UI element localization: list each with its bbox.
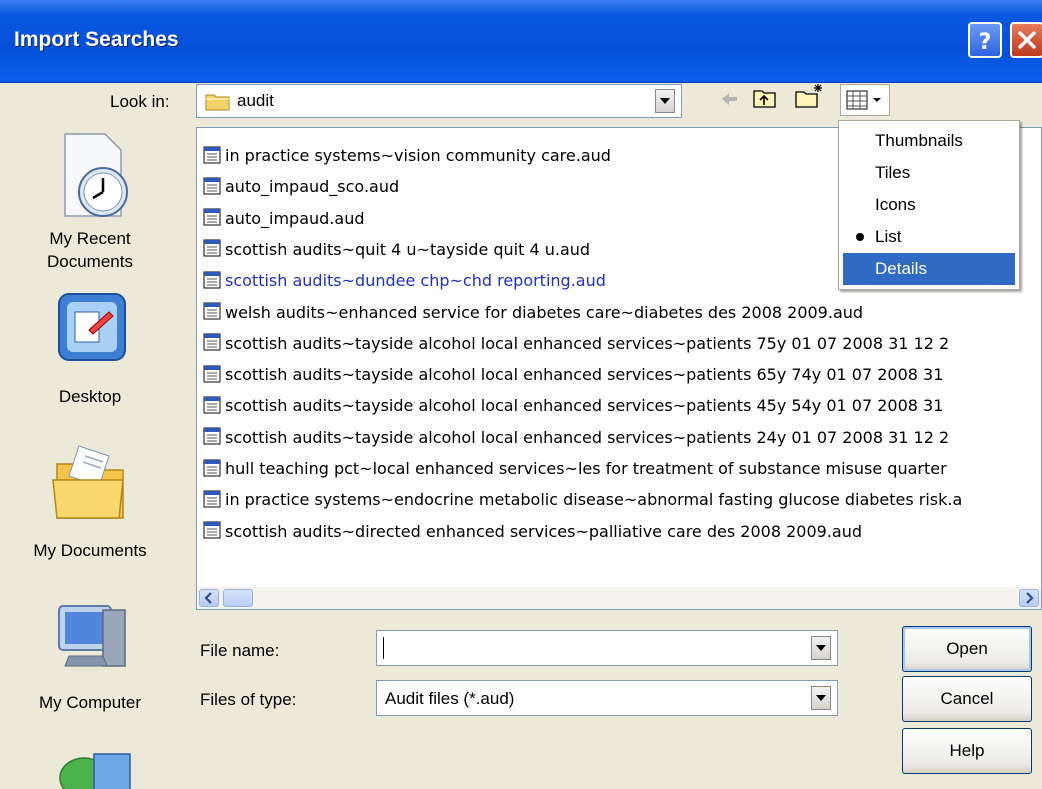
look-in-label: Look in: xyxy=(110,92,170,111)
selected-bullet-icon xyxy=(856,233,864,241)
menu-item-details[interactable]: Details xyxy=(843,253,1015,285)
file-type-combo[interactable]: Audit files (*.aud) xyxy=(376,680,838,716)
file-name-text: scottish audits~tayside alcohol local en… xyxy=(225,427,950,447)
new-folder-icon[interactable] xyxy=(794,82,824,110)
menu-item-list[interactable]: List xyxy=(843,221,1015,253)
audit-file-icon xyxy=(203,302,221,320)
open-button[interactable]: Open xyxy=(902,626,1032,672)
file-name-dropdown-button[interactable] xyxy=(811,636,831,660)
look-in-dropdown-button[interactable] xyxy=(655,89,675,113)
audit-file-icon xyxy=(203,239,221,257)
my-network-places-icon[interactable] xyxy=(54,748,134,789)
places-label: My Computer xyxy=(38,693,142,712)
file-name-text: scottish audits~quit 4 u~tayside quit 4 … xyxy=(225,239,591,259)
file-name-text: welsh audits~enhanced service for diabet… xyxy=(225,302,864,322)
audit-file-icon xyxy=(203,177,221,195)
file-name-label: File name: xyxy=(200,641,280,660)
file-name-text: scottish audits~directed enhanced servic… xyxy=(225,521,862,541)
menu-item-icons[interactable]: Icons xyxy=(843,189,1015,221)
places-desktop[interactable]: Desktop xyxy=(20,290,160,407)
my-documents-icon xyxy=(52,445,124,519)
file-name-text: scottish audits~dundee chp~chd reporting… xyxy=(225,271,606,291)
places-label: My Documents xyxy=(33,541,147,560)
file-list-item[interactable]: scottish audits~tayside alcohol local en… xyxy=(203,392,943,420)
places-my-documents[interactable]: My Documents xyxy=(20,440,160,561)
svg-text:?: ? xyxy=(979,30,992,55)
file-list-item[interactable]: in practice systems~vision community car… xyxy=(203,142,611,170)
help-button[interactable]: Help xyxy=(902,728,1032,774)
close-button[interactable] xyxy=(1010,22,1042,58)
audit-file-icon xyxy=(203,364,221,383)
file-name-text: auto_impaud.aud xyxy=(225,208,365,228)
file-name-text: scottish audits~tayside alcohol local en… xyxy=(225,396,944,416)
file-list-item[interactable]: scottish audits~dundee chp~chd reporting… xyxy=(203,267,606,295)
audit-file-icon xyxy=(203,333,221,351)
file-list-item[interactable]: scottish audits~quit 4 u~tayside quit 4 … xyxy=(203,236,590,264)
audit-file-icon xyxy=(203,458,221,477)
my-computer-icon xyxy=(58,605,126,667)
file-name-text: in practice systems~endocrine metabolic … xyxy=(225,490,963,510)
file-name-combo[interactable] xyxy=(376,630,838,666)
audit-file-icon xyxy=(203,208,221,226)
file-list-item[interactable]: scottish audits~tayside alcohol local en… xyxy=(203,424,949,452)
file-list-item[interactable]: auto_impaud_sco.aud xyxy=(203,173,399,201)
file-name-text: hull teaching pct~local enhanced service… xyxy=(225,459,947,478)
up-folder-icon[interactable] xyxy=(752,86,778,110)
audit-file-icon xyxy=(203,521,221,539)
file-name-text: scottish audits~tayside alcohol local en… xyxy=(225,365,944,385)
menu-item-thumbnails[interactable]: Thumbnails xyxy=(843,125,1015,157)
look-in-combo[interactable]: audit xyxy=(196,84,682,118)
menu-item-tiles[interactable]: Tiles xyxy=(843,157,1015,189)
file-list-item[interactable]: auto_impaud.aud xyxy=(203,205,364,233)
desktop-icon xyxy=(58,293,126,361)
view-dropdown-menu: Thumbnails Tiles Icons List Details xyxy=(838,120,1020,290)
places-my-computer[interactable]: My Computer xyxy=(20,600,160,713)
chevron-right-icon xyxy=(1026,592,1034,604)
places-label: Desktop xyxy=(58,387,122,406)
view-menu-button[interactable] xyxy=(840,84,890,116)
back-icon[interactable] xyxy=(718,88,740,110)
file-list-item[interactable]: scottish audits~tayside alcohol local en… xyxy=(203,361,943,389)
view-grid-icon xyxy=(846,90,881,110)
file-type-value: Audit files (*.aud) xyxy=(385,689,515,708)
question-icon: ? xyxy=(979,30,992,55)
places-recent-documents[interactable]: My Recent Documents xyxy=(20,130,160,273)
audit-file-icon xyxy=(203,396,221,414)
file-name-text: scottish audits~tayside alcohol local en… xyxy=(225,333,950,353)
scroll-thumb[interactable] xyxy=(223,589,253,607)
audit-file-icon xyxy=(203,427,221,445)
audit-file-icon xyxy=(203,490,221,508)
text-cursor xyxy=(383,637,384,659)
file-type-label: Files of type: xyxy=(200,690,297,709)
chevron-left-icon xyxy=(204,592,212,604)
places-label: My Recent Documents xyxy=(47,229,133,271)
file-name-text: in practice systems~vision community car… xyxy=(225,146,611,165)
folder-icon xyxy=(205,94,230,111)
file-type-dropdown-button[interactable] xyxy=(811,686,831,710)
title-bar: Import Searches ? xyxy=(0,0,1042,83)
audit-file-icon xyxy=(203,145,221,164)
file-list-item[interactable]: in practice systems~endocrine metabolic … xyxy=(203,486,962,514)
recent-documents-icon xyxy=(64,133,128,217)
scroll-left-button[interactable] xyxy=(199,589,219,607)
file-name-text: auto_impaud_sco.aud xyxy=(225,177,400,197)
scroll-right-button[interactable] xyxy=(1019,589,1039,607)
file-list-item[interactable]: scottish audits~tayside alcohol local en… xyxy=(203,330,949,358)
file-list-item[interactable]: hull teaching pct~local enhanced service… xyxy=(203,455,947,483)
help-title-button[interactable]: ? xyxy=(968,22,1002,58)
audit-file-icon xyxy=(203,271,221,289)
look-in-value: audit xyxy=(237,91,274,110)
cancel-button[interactable]: Cancel xyxy=(902,676,1032,722)
horizontal-scrollbar[interactable] xyxy=(197,587,1041,609)
file-list-item[interactable]: welsh audits~enhanced service for diabet… xyxy=(203,299,863,327)
close-icon xyxy=(1018,31,1036,49)
dialog-title: Import Searches xyxy=(14,28,179,51)
file-list-item[interactable]: scottish audits~directed enhanced servic… xyxy=(203,518,862,546)
